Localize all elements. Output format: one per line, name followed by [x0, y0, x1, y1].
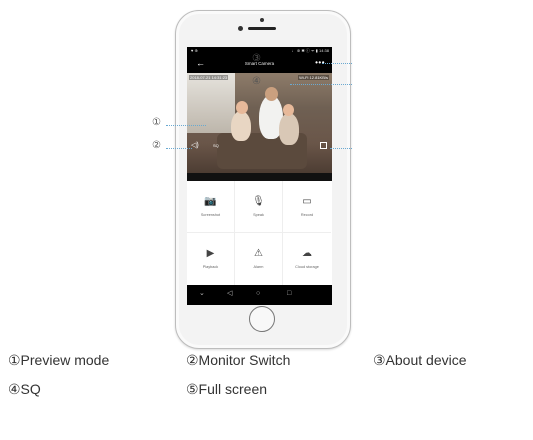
action-label: Screenshot: [200, 213, 221, 217]
leader-line-four: [290, 84, 352, 85]
cloud-storage-icon: ☁: [302, 248, 312, 259]
leader-line-three: [322, 63, 352, 64]
home-button[interactable]: [249, 306, 275, 332]
earpiece-speaker: [248, 27, 276, 30]
control-strip: [187, 173, 332, 181]
nav-collapse-icon[interactable]: ⌄: [199, 290, 205, 298]
action-grid: 📷 Screenshot 🎙 Speak ▭ Record ▶ Playback…: [187, 181, 332, 285]
microphone-icon: 🎙: [252, 196, 265, 207]
playback-icon: ▶: [206, 248, 215, 259]
head-left: [236, 101, 248, 114]
head-right: [283, 104, 294, 116]
alarm-button[interactable]: ⚠ Alarm: [235, 233, 283, 285]
screenshot-button[interactable]: 📷 Screenshot: [187, 181, 235, 233]
alarm-icon: ⚠: [254, 248, 263, 259]
leader-line-one: [166, 125, 206, 126]
callout-four: ④: [252, 76, 261, 87]
speak-button[interactable]: 🎙 Speak: [235, 181, 283, 233]
legend-preview-mode: ①Preview mode: [8, 352, 110, 368]
camera-icon: 📷: [204, 196, 217, 207]
leader-line-five: [330, 148, 352, 149]
head-center: [265, 87, 278, 101]
action-label: Playback: [202, 265, 219, 269]
action-label: Alarm: [253, 265, 264, 269]
person-right: [279, 113, 299, 145]
action-label: Record: [300, 213, 314, 217]
sq-button[interactable]: SQ: [213, 143, 219, 148]
record-button[interactable]: ▭ Record: [283, 181, 331, 233]
cloud-storage-button[interactable]: ☁ Cloud storage: [283, 233, 331, 285]
video-preview[interactable]: 2018-07-21 14:31:23 Wi-Fi 12.81KB/s SQ ◁…: [187, 73, 332, 173]
front-camera: [260, 18, 264, 22]
legend-sq: ④SQ: [8, 381, 41, 397]
callout-three: ③: [252, 53, 261, 64]
speaker-icon[interactable]: ◁): [191, 141, 199, 149]
background-window: [187, 73, 235, 133]
leader-line-two: [166, 148, 192, 149]
sensor-dot: [238, 26, 243, 31]
fullscreen-icon[interactable]: [320, 142, 327, 149]
action-label: Speak: [253, 213, 264, 217]
android-nav-bar: ⌄ ◁ ○ □: [187, 285, 332, 305]
legend-about-device: ③About device: [373, 352, 467, 368]
status-right-icons: ♩ ⊚ ✱ ⓘ ᯤ ▮ 14:38: [291, 48, 329, 53]
person-left: [231, 111, 251, 141]
action-label: Cloud storage: [295, 265, 319, 269]
legend-full-screen: ⑤Full screen: [186, 381, 268, 397]
nav-home-icon[interactable]: ○: [256, 290, 260, 298]
callout-one: ①: [152, 117, 161, 128]
callout-two: ②: [152, 140, 161, 151]
video-record-icon: ▭: [302, 196, 312, 207]
nav-back-icon[interactable]: ◁: [227, 290, 232, 298]
legend-monitor-switch: ②Monitor Switch: [186, 352, 291, 368]
network-speed: Wi-Fi 12.81KB/s: [298, 75, 329, 80]
playback-button[interactable]: ▶ Playback: [187, 233, 235, 285]
nav-recents-icon[interactable]: □: [287, 290, 291, 298]
video-timestamp: 2018-07-21 14:31:23: [189, 75, 229, 80]
status-left-icons: ♥ ⊕: [191, 48, 198, 53]
